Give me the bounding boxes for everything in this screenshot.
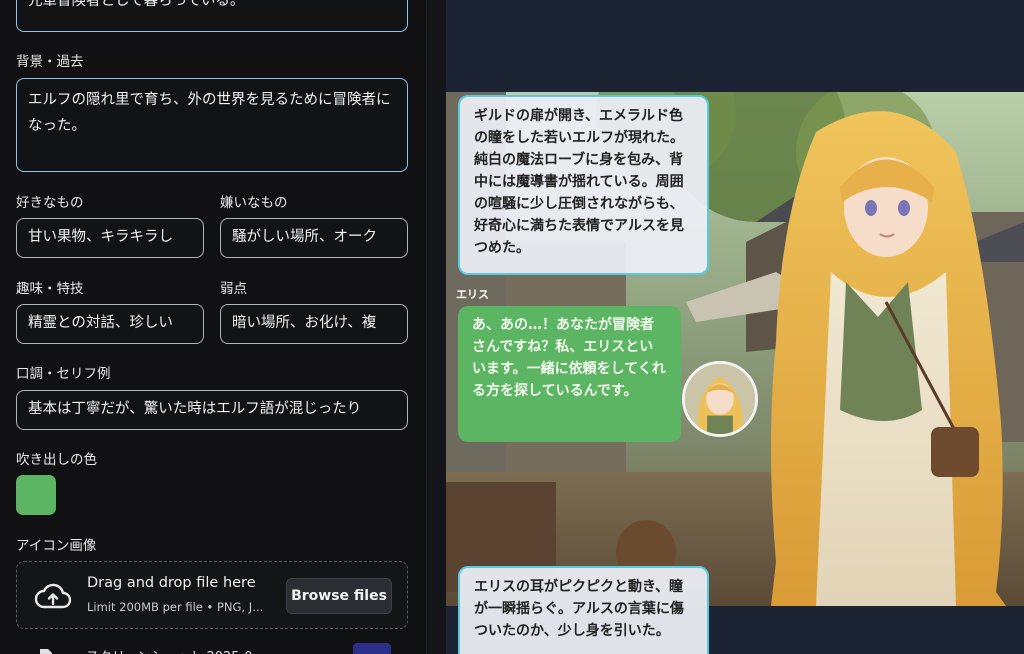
speaker-name-label: エリス xyxy=(456,288,489,301)
story-preview-panel: ギルドの扉が開き、エメラルド色の瞳をした若いエルフが現れた。純白の魔法ローブに身… xyxy=(446,0,1024,654)
bubble-color-picker[interactable] xyxy=(16,475,56,515)
likes-label: 好きなもの xyxy=(16,195,84,211)
dropzone-title: Drag and drop file here xyxy=(87,575,256,591)
speech-style-label: 口調・セリフ例 xyxy=(16,366,111,382)
narration-bubble-1: ギルドの扉が開き、エメラルド色の瞳をした若いエルフが現れた。純白の魔法ローブに身… xyxy=(458,95,709,275)
uploaded-file-name: スクリーンショット 2025-0 xyxy=(86,646,253,654)
character-settings-panel: 元軍冒険者として暮らっている。 背景・過去 エルフの隠れ里で育ち、外の世界を見る… xyxy=(0,0,426,654)
uploaded-file-row: スクリーンショット 2025-0 xyxy=(16,640,408,654)
character-avatar xyxy=(682,361,758,437)
dislikes-input[interactable]: 騒がしい場所、オーク xyxy=(220,218,408,258)
cloud-upload-icon xyxy=(34,583,72,609)
dropzone-limit-text: Limit 200MB per file • PNG, J… xyxy=(87,600,264,614)
top-text-field[interactable]: 元軍冒険者として暮らっている。 xyxy=(16,0,408,32)
narration-bubble-2: エリスの耳がピクピクと動き、瞳が一瞬揺らぐ。アルスの言葉に傷ついたのか、少し身を… xyxy=(458,566,709,654)
speech-bubble-1: あ、あの…！あなたが冒険者さんですね？私、エリスといいます。一緒に依頼をしてくれ… xyxy=(458,306,681,442)
browse-files-button[interactable]: Browse files xyxy=(286,578,392,614)
remove-file-button[interactable] xyxy=(353,643,391,654)
speech-style-input[interactable]: 基本は丁寧だが、驚いた時はエルフ語が混じったり xyxy=(16,390,408,430)
panel-divider[interactable] xyxy=(426,0,446,654)
hobbies-input[interactable]: 精霊との対話、珍しい xyxy=(16,304,204,344)
file-icon xyxy=(40,649,52,654)
background-textarea[interactable]: エルフの隠れ里で育ち、外の世界を見るために冒険者になった。 xyxy=(16,78,408,172)
file-dropzone[interactable]: Drag and drop file here Limit 200MB per … xyxy=(16,561,408,629)
dislikes-label: 嫌いなもの xyxy=(220,195,288,211)
background-label: 背景・過去 xyxy=(16,54,84,70)
bubble-color-label: 吹き出しの色 xyxy=(16,452,97,468)
weakness-input[interactable]: 暗い場所、お化け、複 xyxy=(220,304,408,344)
likes-input[interactable]: 甘い果物、キラキラし xyxy=(16,218,204,258)
hobbies-label: 趣味・特技 xyxy=(16,281,84,297)
icon-image-label: アイコン画像 xyxy=(16,538,97,554)
weakness-label: 弱点 xyxy=(220,281,247,297)
